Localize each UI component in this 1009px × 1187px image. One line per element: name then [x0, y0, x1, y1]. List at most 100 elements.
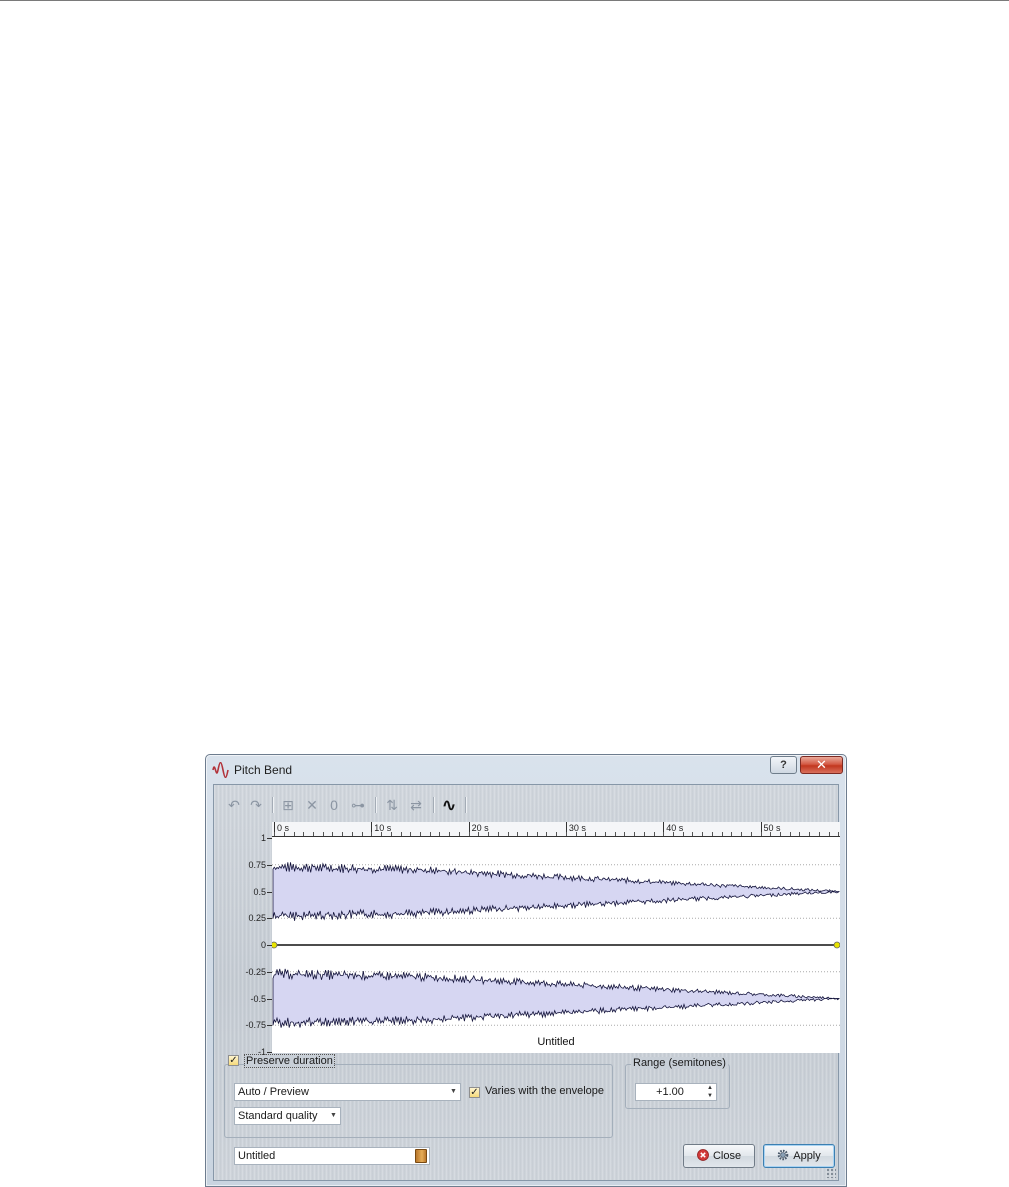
ruler-minor-tick: [283, 832, 285, 836]
ruler-minor-tick: [838, 832, 840, 836]
options-group: [224, 1064, 613, 1138]
ruler-minor-tick: [420, 832, 421, 836]
ruler-minor-tick: [371, 832, 373, 836]
ruler-minor-tick: [575, 832, 577, 836]
varies-envelope-checkbox[interactable]: ✓: [469, 1087, 480, 1098]
ruler-label: 10 s: [374, 823, 392, 833]
ruler-label: 30 s: [568, 823, 586, 833]
ruler-minor-tick: [750, 832, 752, 836]
ruler-minor-tick: [809, 832, 811, 836]
ruler-minor-tick: [682, 832, 684, 836]
ruler-minor-tick: [429, 832, 431, 836]
ruler-label: 20 s: [471, 823, 489, 833]
ruler-minor-tick: [741, 832, 742, 836]
y-tick-label: 0: [260, 940, 266, 950]
apply-button-label: Apply: [793, 1150, 821, 1162]
window-close-button[interactable]: ✕: [800, 756, 843, 774]
waveform-plot[interactable]: Untitled: [272, 837, 840, 1053]
ruler-minor-tick: [760, 832, 762, 836]
ruler-minor-tick: [332, 832, 334, 836]
flip-vertical-icon[interactable]: ⇅: [382, 795, 402, 815]
range-spinner[interactable]: +1.00 ▲ ▼: [635, 1083, 717, 1101]
curve-smooth-icon[interactable]: ∿: [439, 795, 459, 815]
preset-field[interactable]: Untitled: [234, 1147, 430, 1165]
ruler-minor-tick: [468, 832, 470, 836]
mode-select[interactable]: Auto / Preview ▼: [234, 1083, 461, 1101]
ruler-minor-tick: [643, 832, 645, 836]
y-tick-label: 0.25: [248, 913, 266, 924]
quality-select[interactable]: Standard quality ▼: [234, 1107, 341, 1125]
toolbar-separator: [375, 797, 377, 813]
ruler-minor-tick: [711, 832, 713, 836]
ruler-minor-tick: [351, 832, 353, 836]
ruler-minor-tick: [478, 832, 480, 836]
y-tick-label: -0.25: [245, 966, 266, 977]
ruler-minor-tick: [604, 832, 606, 836]
y-axis: 1 0.75 0.5 0.25 0 -0.25 -0.5 -0.75 -1: [224, 822, 272, 1057]
window-title: Pitch Bend: [234, 763, 293, 777]
top-border-line: [0, 0, 1009, 1]
chevron-down-icon[interactable]: ▼: [447, 1084, 460, 1100]
ruler-minor-tick: [488, 832, 490, 836]
ruler-minor-tick: [663, 832, 665, 836]
ruler-minor-tick: [721, 832, 723, 836]
envelope-end-point[interactable]: [833, 941, 840, 949]
y-tick-label: 0.75: [248, 859, 266, 870]
link-points-icon[interactable]: ⊶: [348, 795, 368, 815]
ruler-minor-tick: [624, 832, 626, 836]
envelope-start-point[interactable]: [272, 941, 278, 949]
ruler-minor-tick: [312, 832, 314, 836]
ruler-minor-tick: [410, 832, 412, 836]
ruler-minor-tick: [653, 832, 655, 836]
chevron-down-icon[interactable]: ▼: [327, 1108, 340, 1124]
mode-select-value: Auto / Preview: [238, 1086, 309, 1098]
gear-icon: [777, 1149, 789, 1161]
undo-icon[interactable]: ↶: [224, 795, 244, 815]
apply-button[interactable]: Apply: [763, 1144, 835, 1168]
pitch-bend-dialog: Pitch Bend ? ✕ ↶ ↷ ⊞ ✕ 0 ⊶ ⇅ ⇄ ∿ 1 0.75 0.…: [205, 754, 847, 1187]
ruler-minor-tick: [818, 832, 820, 836]
close-button[interactable]: Close: [683, 1144, 755, 1168]
ruler-minor-tick: [828, 832, 830, 836]
ruler-minor-tick: [361, 832, 363, 836]
ruler-minor-tick: [789, 832, 791, 836]
ruler-minor-tick: [390, 832, 392, 836]
preserve-duration-check-icon[interactable]: ✓: [228, 1055, 239, 1066]
add-point-icon[interactable]: ⊞: [278, 795, 298, 815]
ruler-minor-tick: [322, 832, 324, 836]
ruler-label: 40 s: [666, 823, 684, 833]
range-legend: Range (semitones): [631, 1057, 728, 1069]
y-tick-label: 1: [260, 833, 266, 843]
ruler-minor-tick: [585, 832, 587, 836]
redo-icon[interactable]: ↷: [246, 795, 266, 815]
ruler-minor-tick: [614, 832, 616, 836]
ruler-minor-tick: [507, 832, 509, 836]
ruler-minor-tick: [381, 832, 382, 836]
preset-book-icon[interactable]: [415, 1149, 427, 1163]
spin-arrows-icon[interactable]: ▲ ▼: [704, 1084, 716, 1100]
toolbar-separator: [272, 797, 274, 813]
ruler-minor-tick: [565, 832, 567, 836]
ruler-minor-tick: [400, 832, 402, 836]
range-value[interactable]: +1.00: [636, 1084, 704, 1100]
wave-app-icon: [212, 762, 229, 778]
ruler-minor-tick: [731, 832, 733, 836]
reset-zero-icon[interactable]: 0: [324, 795, 344, 815]
ruler-minor-tick: [770, 832, 772, 836]
title-bar[interactable]: Pitch Bend ? ✕: [206, 755, 846, 783]
ruler-minor-tick: [702, 832, 704, 836]
ruler-minor-tick: [672, 832, 674, 836]
ruler-minor-tick: [536, 832, 538, 836]
ruler-minor-tick: [692, 832, 694, 836]
swap-horizontal-icon[interactable]: ⇄: [406, 795, 426, 815]
waveform-title: Untitled: [537, 1036, 575, 1048]
quality-select-value: Standard quality: [238, 1110, 318, 1122]
ruler-minor-tick: [274, 832, 275, 836]
resize-grip-icon[interactable]: [826, 1168, 836, 1178]
delete-point-icon[interactable]: ✕: [302, 795, 322, 815]
y-tick-label: 0.5: [253, 886, 266, 897]
time-ruler[interactable]: 0 s 10 s 20 s 30 s 40 s 50 s: [272, 822, 840, 837]
help-button[interactable]: ?: [770, 756, 797, 774]
preset-name: Untitled: [238, 1150, 276, 1162]
varies-envelope-label: Varies with the envelope: [485, 1085, 605, 1097]
